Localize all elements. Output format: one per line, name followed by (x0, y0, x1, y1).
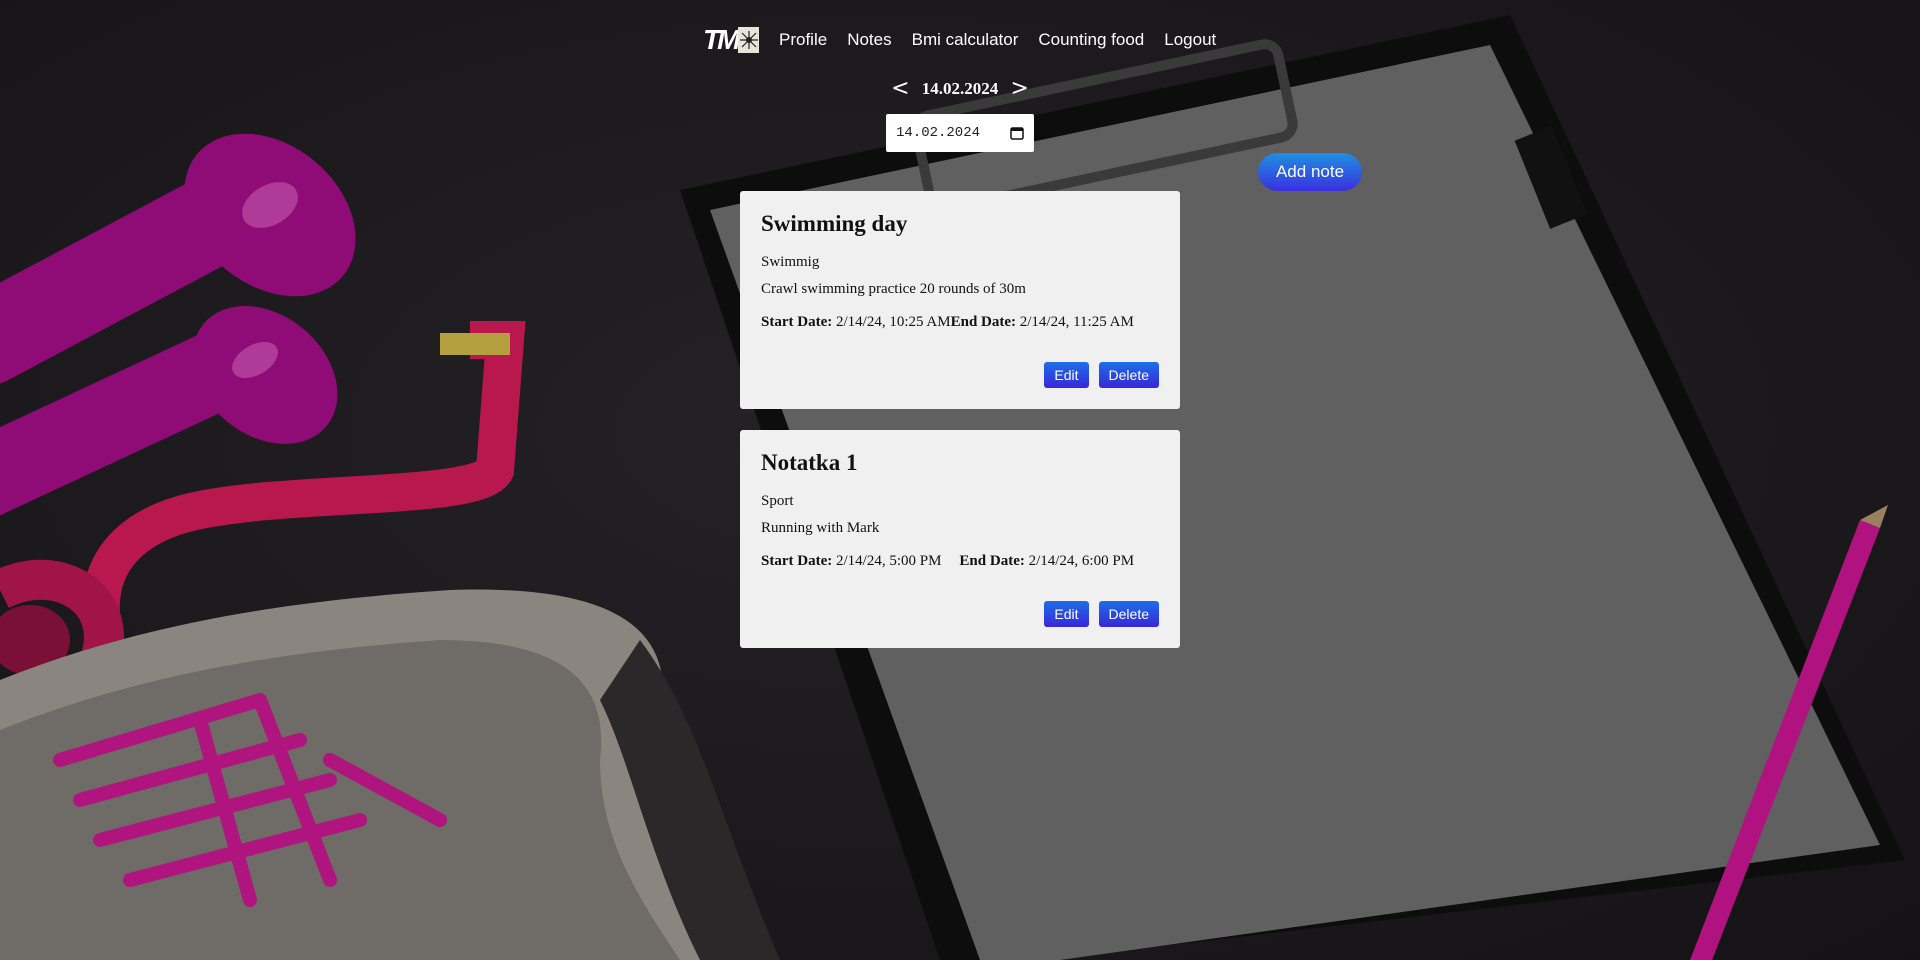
date-navigator: < 14.02.2024 > (0, 76, 1920, 101)
note-card: Notatka 1 Sport Running with Mark Start … (740, 430, 1180, 648)
note-actions: Edit Delete (1044, 362, 1159, 388)
top-navigation: TM Profile Notes Bmi calculator Counting… (703, 18, 1236, 62)
note-title: Swimming day (761, 211, 908, 236)
end-date-value: 2/14/24, 6:00 PM (1028, 553, 1135, 570)
note-description: Crawl swimming practice 20 rounds of 30m (761, 281, 1026, 298)
nav-link-bmi-calculator[interactable]: Bmi calculator (912, 18, 1019, 62)
add-note-button[interactable]: Add note (1258, 153, 1362, 191)
nav-link-notes[interactable]: Notes (847, 18, 891, 62)
start-date-value: 2/14/24, 5:00 PM (835, 553, 942, 570)
end-date-value: 2/14/24, 11:25 AM (1019, 314, 1134, 331)
nav-link-logout[interactable]: Logout (1164, 18, 1216, 62)
note-card: Swimming day Swimmig Crawl swimming prac… (740, 191, 1180, 409)
current-date-label: 14.02.2024 (921, 79, 999, 98)
date-picker-value: 14.02.2024 (896, 125, 981, 141)
note-description: Running with Mark (761, 520, 880, 537)
end-date-label: End Date: (959, 553, 1025, 570)
edit-note-button[interactable]: Edit (1044, 362, 1089, 388)
note-category: Swimmig (761, 254, 820, 271)
start-date-label: Start Date: (761, 314, 833, 331)
end-date-label: End Date: (950, 314, 1017, 331)
calendar-icon[interactable] (1010, 126, 1024, 140)
delete-note-button[interactable]: Delete (1098, 601, 1159, 627)
start-date-label: Start Date: (761, 553, 833, 570)
nav-link-profile[interactable]: Profile (779, 18, 827, 62)
next-day-button[interactable]: > (1011, 76, 1029, 101)
logo-emblem-icon (738, 27, 759, 53)
start-date-value: 2/14/24, 10:25 AM (835, 314, 951, 331)
nav-link-counting-food[interactable]: Counting food (1038, 18, 1144, 62)
note-title: Notatka 1 (761, 450, 858, 475)
note-category: Sport (761, 493, 794, 510)
note-dates: Start Date: 2/14/24, 5:00 PM End Date: 2/… (761, 553, 1159, 570)
logo[interactable]: TM (703, 24, 759, 56)
previous-day-button[interactable]: < (891, 76, 909, 101)
logo-text: TM (703, 24, 740, 55)
date-picker-input[interactable]: 14.02.2024 (886, 114, 1034, 152)
note-dates: Start Date: 2/14/24, 10:25 AMEnd Date: 2… (761, 314, 1159, 331)
delete-note-button[interactable]: Delete (1098, 362, 1159, 388)
note-actions: Edit Delete (1044, 601, 1159, 627)
edit-note-button[interactable]: Edit (1044, 601, 1089, 627)
